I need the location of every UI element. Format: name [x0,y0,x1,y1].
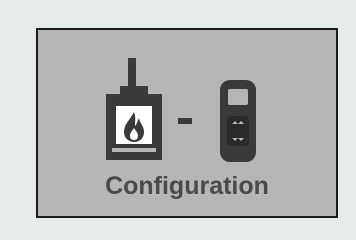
configuration-button[interactable]: Configuration [36,28,338,218]
configuration-icon-group [38,58,336,162]
remote-control-icon [220,80,256,162]
dash-separator-icon [178,118,192,124]
screen: Configuration [0,0,356,240]
configuration-label: Configuration [105,172,269,200]
stove-icon [106,58,162,160]
